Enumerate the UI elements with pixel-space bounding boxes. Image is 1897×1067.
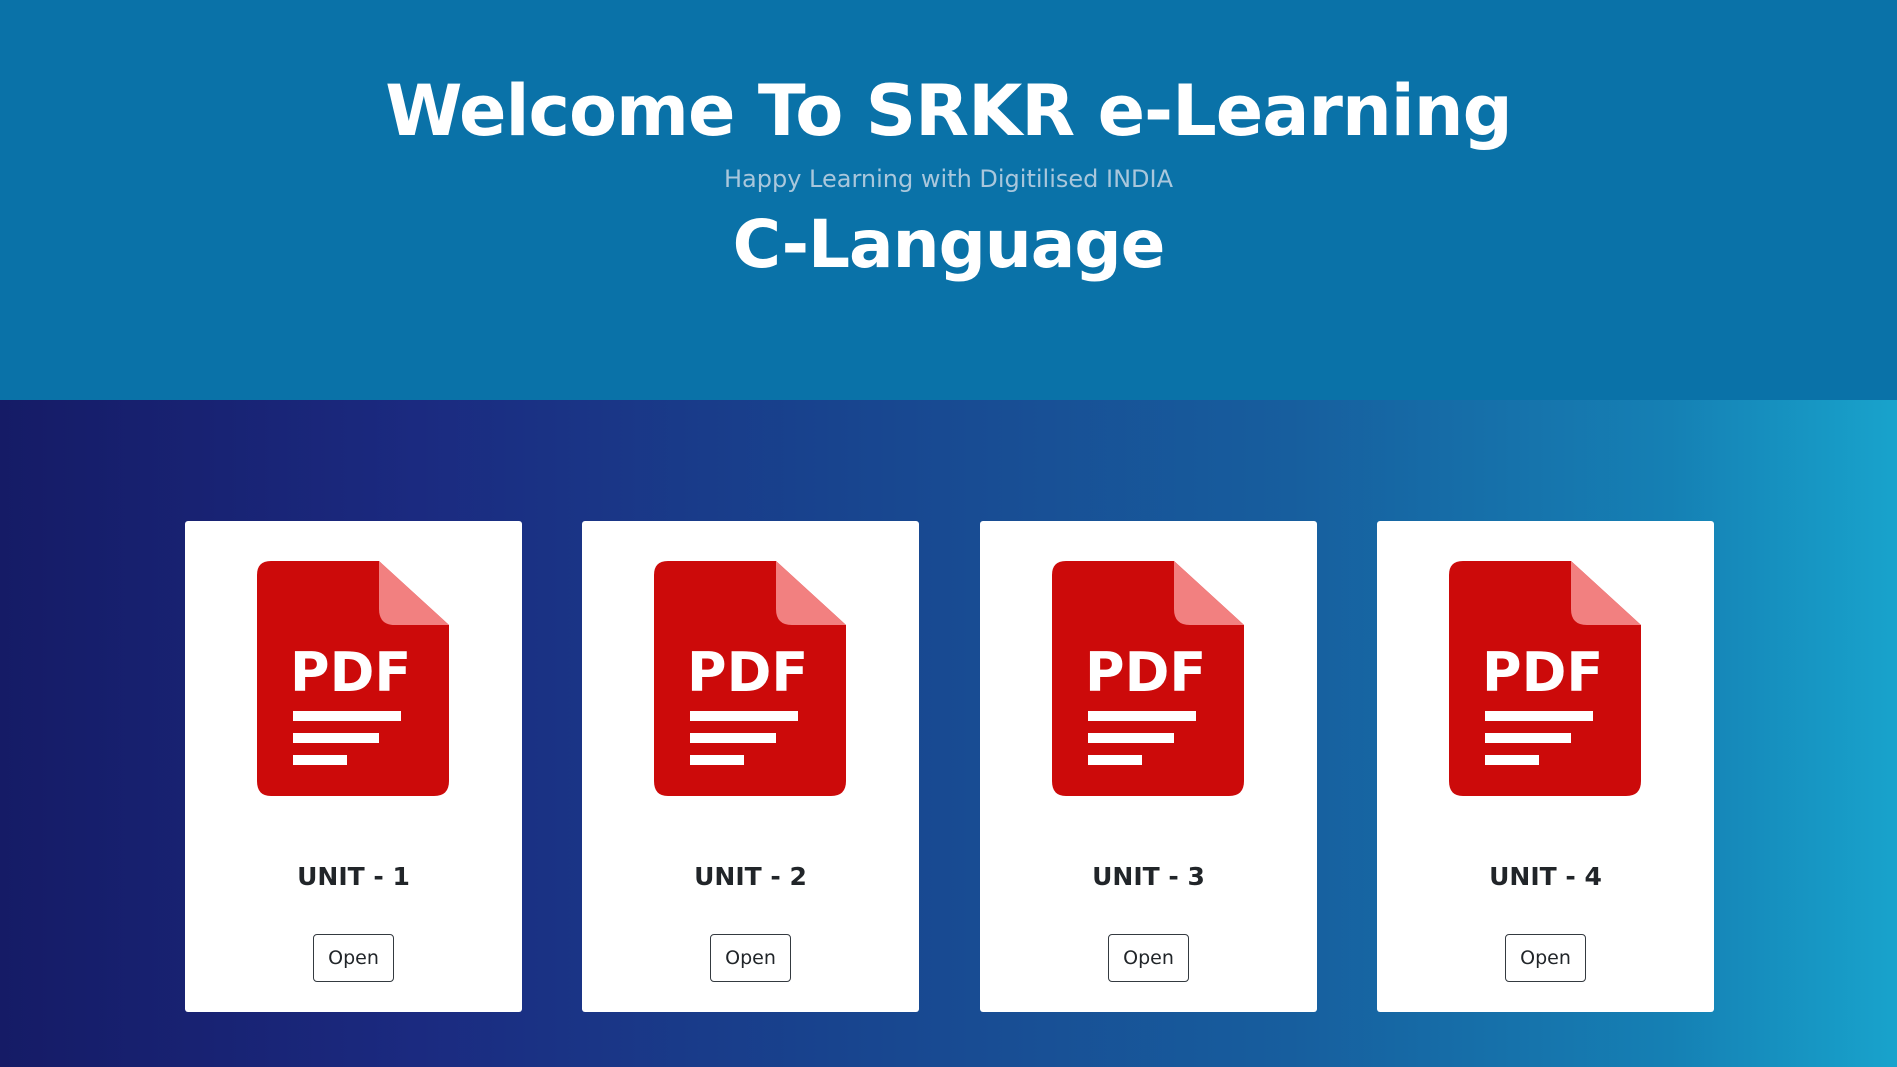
units-section: PDF UNIT - 1 Open PDF UNIT - 2 Open PDF … [0, 400, 1897, 1067]
unit-label: UNIT - 2 [694, 862, 807, 891]
unit-label: UNIT - 1 [297, 862, 410, 891]
unit-label: UNIT - 3 [1092, 862, 1205, 891]
page-title: Welcome To SRKR e-Learning [385, 70, 1512, 152]
open-unit-3-button[interactable]: Open [1108, 934, 1189, 982]
unit-card: PDF UNIT - 1 Open [185, 521, 522, 1012]
open-unit-4-button[interactable]: Open [1505, 934, 1586, 982]
pdf-icon-text: PDF [687, 641, 808, 704]
pdf-file-icon: PDF [1449, 561, 1641, 796]
pdf-file-icon: PDF [257, 561, 449, 796]
unit-card: PDF UNIT - 4 Open [1377, 521, 1714, 1012]
open-unit-2-button[interactable]: Open [710, 934, 791, 982]
open-unit-1-button[interactable]: Open [313, 934, 394, 982]
pdf-file-icon: PDF [654, 561, 846, 796]
pdf-icon-text: PDF [290, 641, 411, 704]
page-subtitle: Happy Learning with Digitilised INDIA [723, 165, 1174, 193]
header-banner: Welcome To SRKR e-Learning Happy Learnin… [0, 0, 1897, 400]
pdf-icon-text: PDF [1482, 641, 1603, 704]
pdf-icon-text: PDF [1085, 641, 1206, 704]
page: Welcome To SRKR e-Learning Happy Learnin… [0, 0, 1897, 1067]
course-title: C-Language [732, 206, 1166, 283]
unit-label: UNIT - 4 [1489, 862, 1602, 891]
unit-card: PDF UNIT - 3 Open [980, 521, 1317, 1012]
pdf-file-icon: PDF [1052, 561, 1244, 796]
unit-card: PDF UNIT - 2 Open [582, 521, 919, 1012]
